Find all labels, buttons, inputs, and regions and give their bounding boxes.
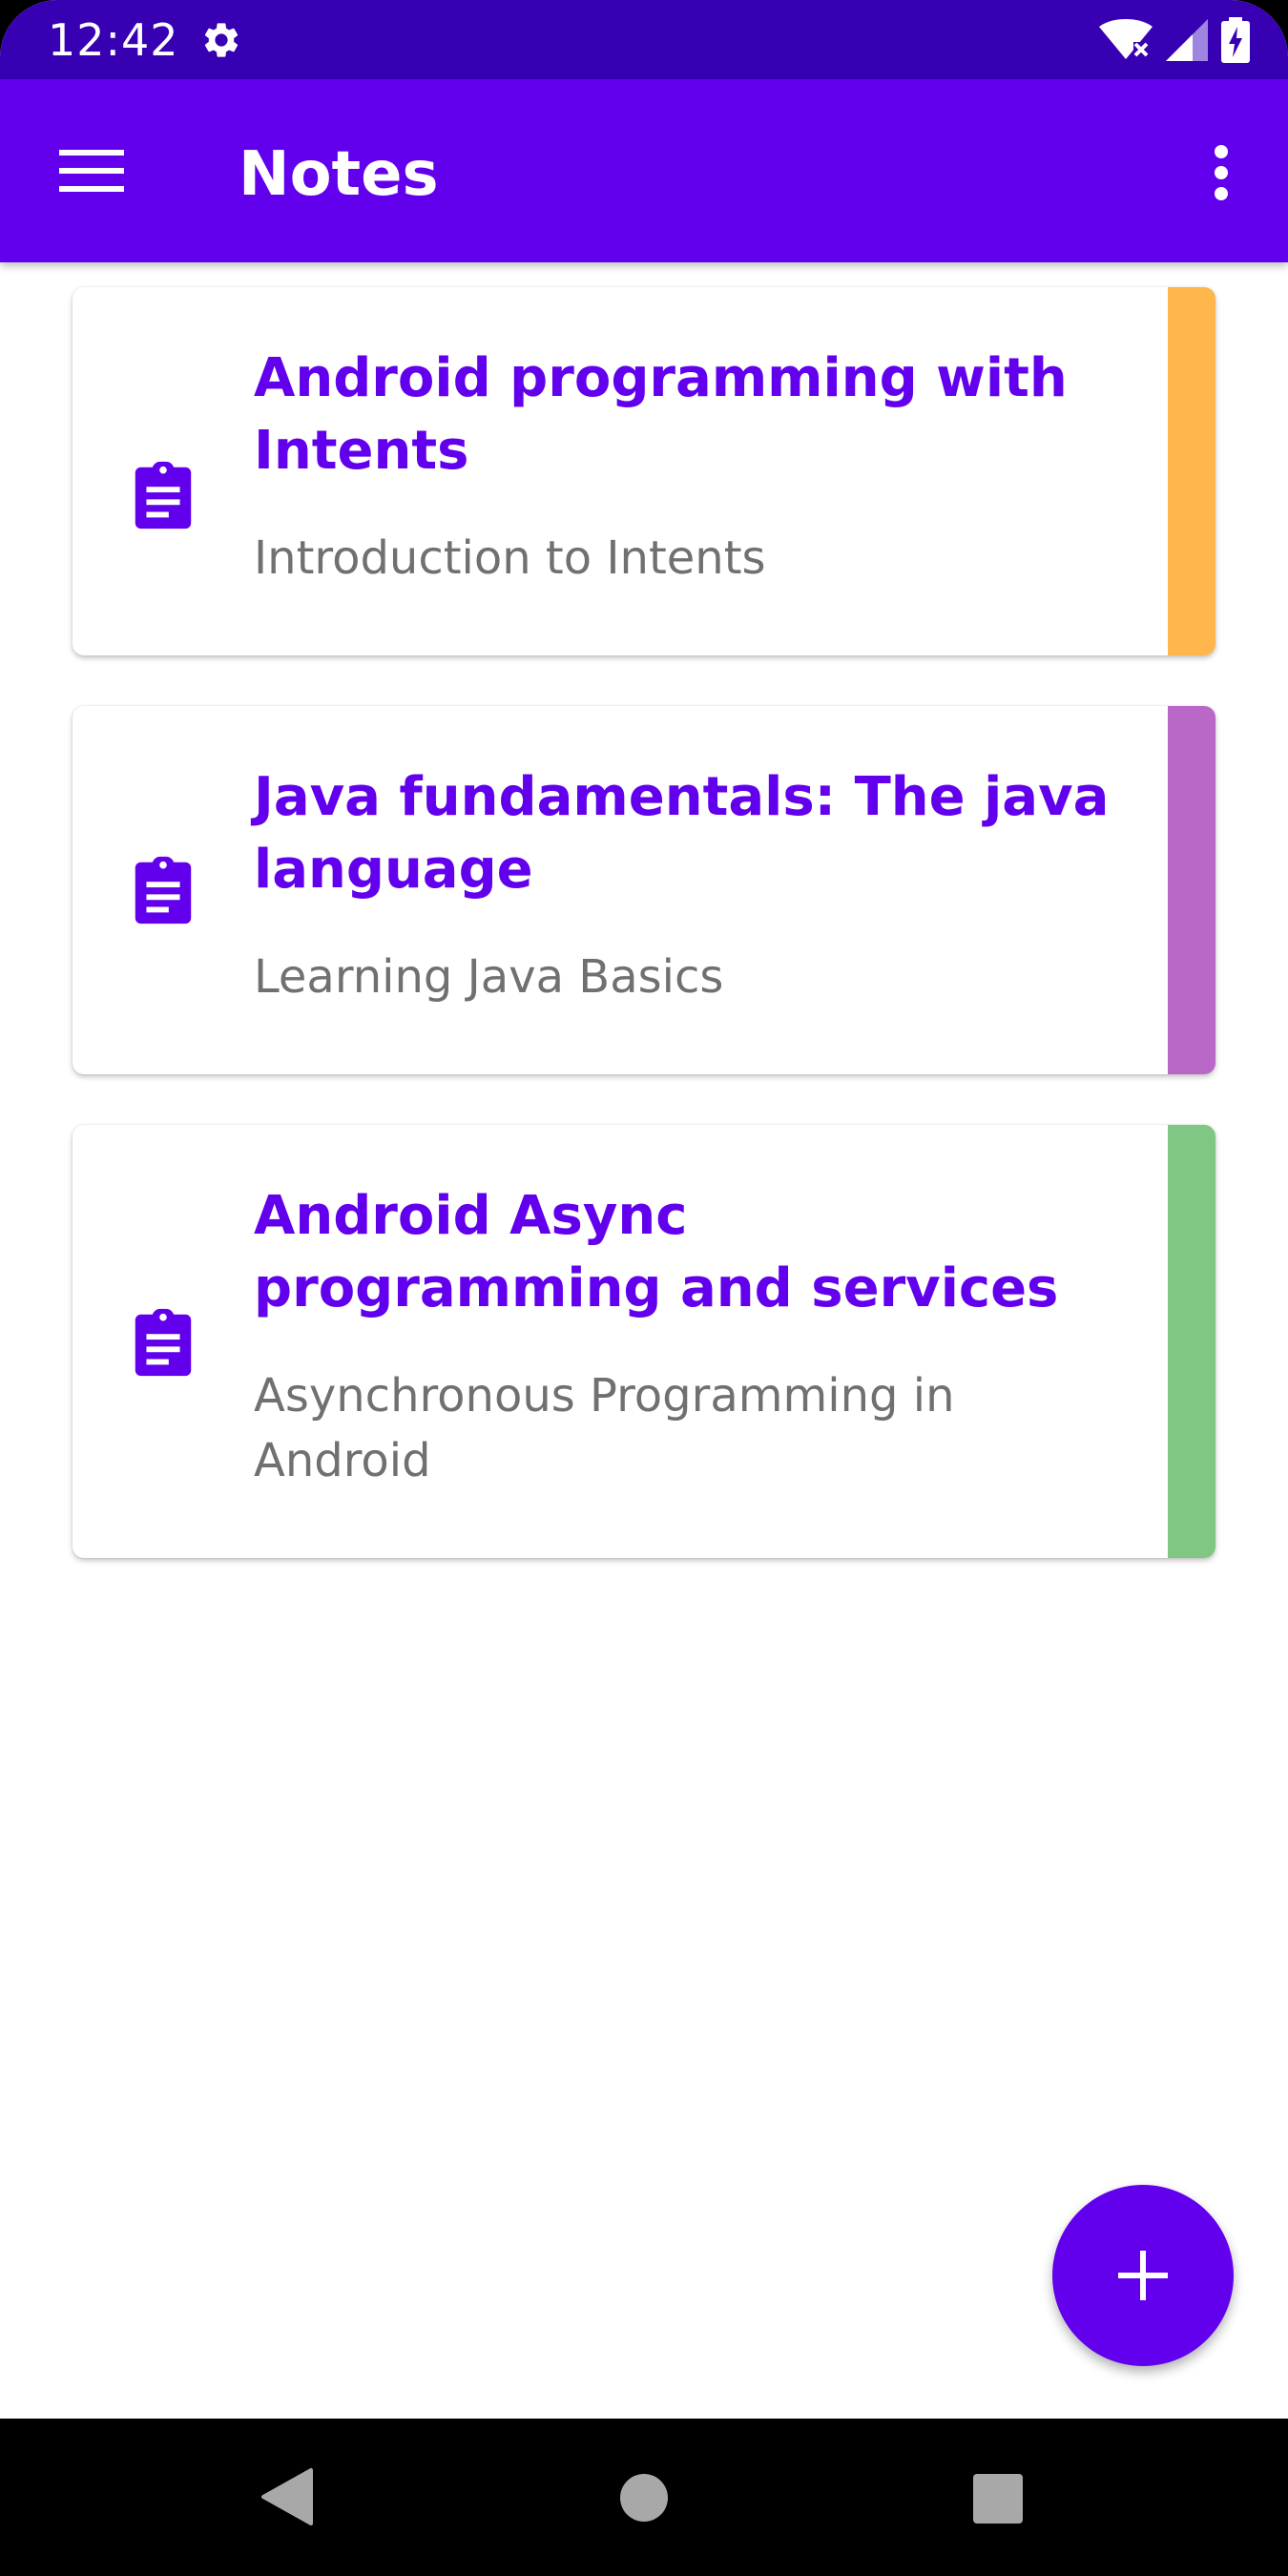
- note-title: Android programming with Intents: [254, 347, 1068, 482]
- note-card[interactable]: Android programming with Intents Introdu…: [73, 287, 1215, 655]
- menu-button[interactable]: [53, 136, 130, 205]
- hamburger-menu-icon: [59, 150, 124, 192]
- app-bar: Notes: [0, 79, 1288, 262]
- note-title: Android Async programming and services: [254, 1185, 1059, 1319]
- battery-charging-icon: [1221, 17, 1250, 63]
- status-bar: 12:42: [0, 0, 1288, 79]
- recents-icon[interactable]: [973, 2474, 1023, 2524]
- assignment-clipboard-icon: [135, 1308, 192, 1377]
- back-icon[interactable]: [258, 2466, 315, 2527]
- home-icon[interactable]: [620, 2474, 668, 2522]
- note-title: Java fundamentals: The java language: [254, 766, 1110, 901]
- cell-signal-icon: [1166, 19, 1208, 61]
- assignment-clipboard-icon: [135, 856, 192, 924]
- status-time: 12:42: [48, 14, 179, 66]
- note-color-stripe: [1168, 706, 1215, 1074]
- note-card[interactable]: Java fundamentals: The java language Lea…: [73, 706, 1215, 1074]
- assignment-clipboard-icon: [135, 461, 192, 530]
- plus-icon: [1118, 2251, 1168, 2300]
- wifi-icon: [1099, 19, 1153, 59]
- navigation-bar: [0, 2419, 1288, 2576]
- add-note-button[interactable]: [1052, 2185, 1234, 2366]
- settings-gear-icon: [204, 23, 239, 57]
- overflow-menu-button[interactable]: [1193, 133, 1250, 213]
- note-card[interactable]: Android Async programming and services A…: [73, 1125, 1215, 1558]
- status-icons: [1099, 17, 1250, 63]
- more-vert-icon: [1215, 145, 1228, 200]
- note-color-stripe: [1168, 1125, 1215, 1558]
- note-subtitle: Introduction to Intents: [254, 531, 766, 585]
- app-title: Notes: [239, 139, 439, 210]
- screen: 12:42 Notes Android programming with Int…: [0, 0, 1288, 2576]
- note-subtitle: Asynchronous Programming in Android: [254, 1369, 955, 1487]
- note-subtitle: Learning Java Basics: [254, 950, 724, 1004]
- note-color-stripe: [1168, 287, 1215, 655]
